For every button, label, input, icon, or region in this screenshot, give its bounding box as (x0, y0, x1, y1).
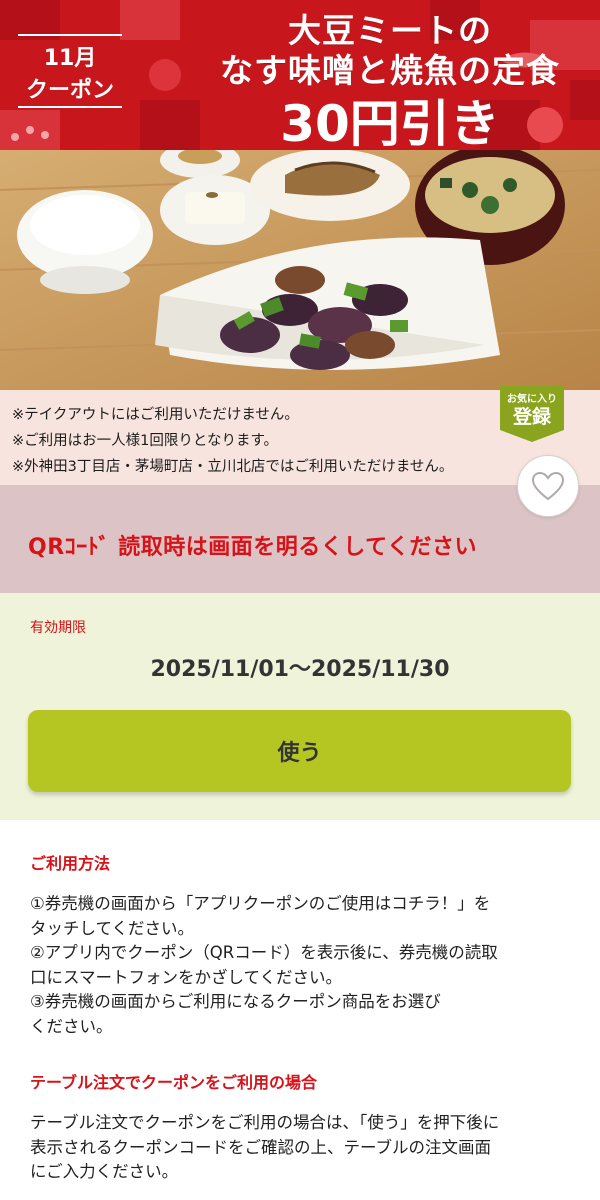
coupon-banner: 11月 クーポン 大豆ミートの なす味噌と焼魚の定食 30円引き (0, 0, 600, 150)
usage-heading: ご利用方法 (30, 854, 111, 873)
divider-bottom (18, 106, 122, 108)
qr-notice-text: QRｺｰﾄﾞ 読取時は画面を明るくしてください (28, 535, 477, 560)
usage-steps: ①券売機の画面から「アプリクーポンのご使用はコチラ！」を タッチしてください。 … (30, 892, 570, 1039)
month-coupon-label: 11月 クーポン (10, 28, 130, 118)
divider-top (18, 34, 122, 36)
table-order-text: テーブル注文でクーポンをご利用の場合は、「使う」を押下後に 表示されるクーポンコ… (30, 1111, 570, 1185)
table-order-heading: テーブル注文でクーポンをご利用の場合 (30, 1073, 318, 1092)
month-text: 11月 (43, 46, 97, 71)
use-coupon-button[interactable]: 使う (28, 710, 571, 792)
favorite-heart-button[interactable] (517, 455, 579, 517)
usage-instructions: ご利用方法 ①券売機の画面から「アプリクーポンのご使用はコチラ！」を タッチして… (0, 820, 600, 1200)
meal-illustration (0, 150, 600, 390)
usage-line: ②アプリ内でクーポン（QRコード）を表示後に、券売機の読取 (30, 943, 498, 962)
usage-line: タッチしてください。 (30, 918, 195, 938)
heart-icon (531, 471, 565, 501)
qr-notice-bar: QRｺｰﾄﾞ 読取時は画面を明るくしてください (0, 485, 600, 593)
usage-line: ①券売機の画面から「アプリクーポンのご使用はコチラ！」を (30, 894, 491, 913)
usage-line: ③券売機の画面からご利用になるクーポン商品をお選び (30, 992, 441, 1011)
usage-line: ください。 (30, 1016, 113, 1036)
table-order-line: テーブル注文でクーポンをご利用の場合は、「使う」を押下後に (30, 1113, 500, 1132)
validity-date-range: 2025/11/01～2025/11/30 (150, 657, 450, 682)
table-order-line: にご入力ください。 (30, 1162, 179, 1181)
coupon-label: クーポン (25, 78, 114, 103)
favorite-register-badge[interactable]: お気に入り 登録 (500, 386, 564, 442)
discount-title: 30円引き (280, 95, 500, 150)
register-label: 登録 (512, 406, 551, 428)
validity-section: 有効期限 2025/11/01～2025/11/30 使う (0, 593, 600, 820)
usage-line: 口にスマートフォンをかざしてください。 (30, 967, 343, 987)
note-excluded-stores: ※外神田3丁目店・茅場町店・立川北店ではご利用いただけません。 (12, 459, 454, 475)
table-order-line: 表示されるクーポンコードをご確認の上、テーブルの注文画面 (30, 1137, 492, 1157)
meal-photo (0, 150, 600, 390)
validity-label: 有効期限 (30, 620, 86, 636)
